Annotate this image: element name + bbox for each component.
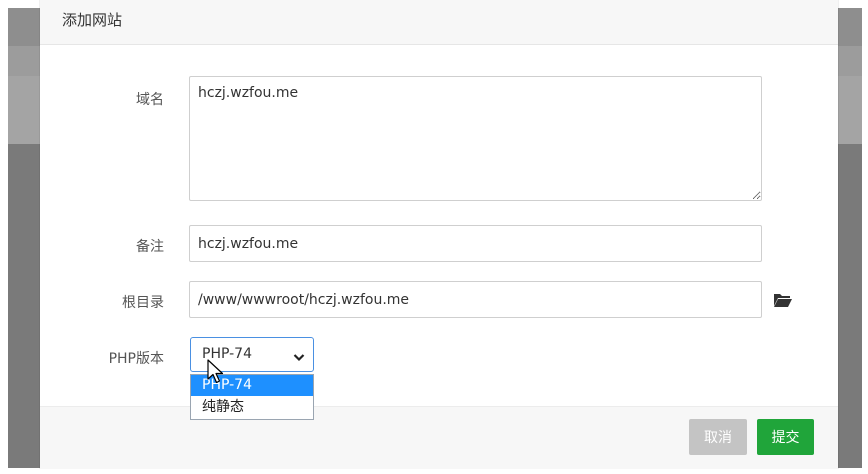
folder-open-icon[interactable]: [773, 292, 793, 308]
submit-button[interactable]: 提交: [757, 419, 814, 455]
dialog-footer: 取消 提交: [40, 406, 838, 469]
cancel-button[interactable]: 取消: [689, 419, 747, 455]
remark-input[interactable]: [189, 225, 762, 262]
dialog-header: 添加网站: [40, 0, 838, 45]
add-website-dialog: 添加网站 域名 hczj.wzfou.me 备注 根目录 PHP版本 PHP-7…: [40, 0, 838, 469]
domain-textarea[interactable]: hczj.wzfou.me: [189, 76, 762, 201]
mouse-pointer-icon: [207, 359, 225, 385]
chevron-down-icon: [293, 348, 305, 362]
php-version-label: PHP版本: [108, 351, 164, 367]
dropdown-option[interactable]: 纯静态: [191, 397, 313, 418]
remark-label: 备注: [136, 239, 164, 255]
root-dir-input[interactable]: [189, 281, 762, 318]
root-dir-label: 根目录: [122, 295, 164, 311]
dialog-title: 添加网站: [62, 11, 123, 29]
domain-label: 域名: [136, 92, 164, 108]
